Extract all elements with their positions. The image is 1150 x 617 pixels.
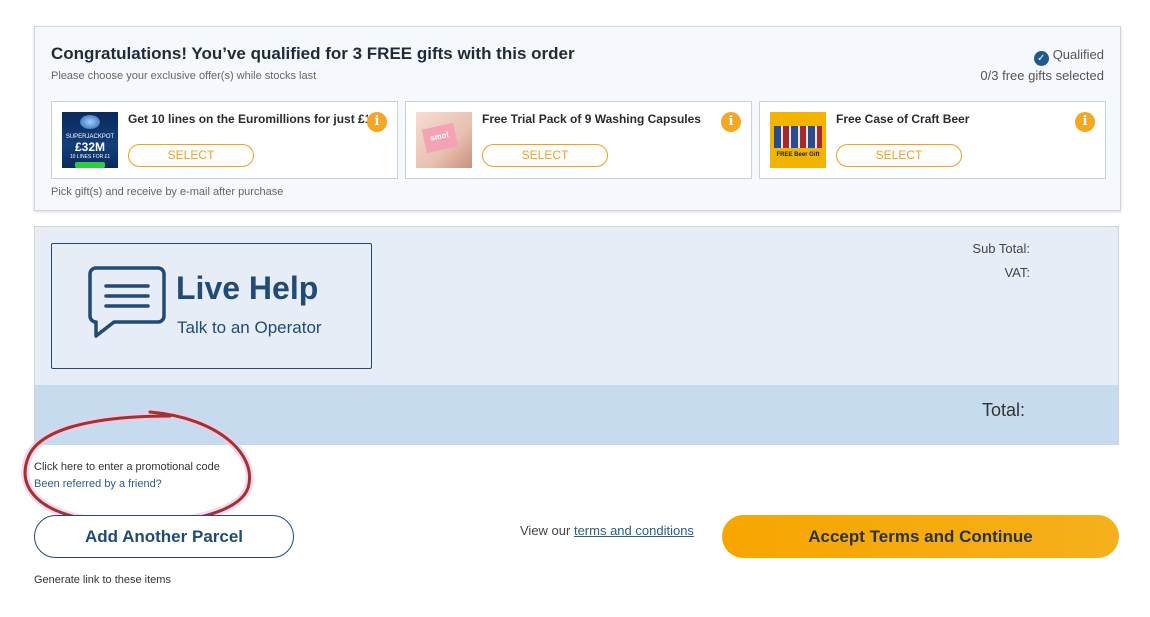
sub-total-label: Sub Total: bbox=[972, 241, 1030, 256]
total-label: Total: bbox=[981, 400, 1025, 420]
info-icon[interactable]: i bbox=[721, 112, 741, 132]
thumb-button-graphic bbox=[75, 162, 105, 168]
terms-prefix: View our bbox=[520, 523, 574, 538]
gifts-footer-note: Pick gift(s) and receive by e-mail after… bbox=[51, 186, 284, 198]
select-gift-button[interactable]: SELECT bbox=[128, 144, 254, 167]
gift-card-washing-capsules: smol Free Trial Pack of 9 Washing Capsul… bbox=[405, 101, 752, 179]
gift-title: Free Trial Pack of 9 Washing Capsules bbox=[482, 112, 701, 126]
live-help-subtitle: Talk to an Operator bbox=[177, 318, 322, 337]
thumb-text: £32M bbox=[74, 140, 106, 154]
beer-cans-graphic bbox=[774, 126, 822, 148]
order-summary: Live Help Talk to an Operator Sub Total:… bbox=[34, 226, 1119, 445]
select-gift-button[interactable]: SELECT bbox=[482, 144, 608, 167]
euromillions-thumbnail: SUPERJACKPOT £32M 10 LINES FOR £1 bbox=[62, 112, 118, 168]
total-band bbox=[35, 385, 1118, 445]
gift-title: Get 10 lines on the Euromillions for jus… bbox=[128, 112, 368, 126]
thumb-text: 10 LINES FOR £1 bbox=[69, 154, 111, 160]
check-circle-icon: ✓ bbox=[1033, 51, 1049, 66]
free-gifts-panel: Congratulations! You’ve qualified for 3 … bbox=[34, 26, 1121, 211]
live-help-button[interactable]: Live Help Talk to an Operator bbox=[51, 243, 372, 369]
terms-and-conditions-link[interactable]: terms and conditions bbox=[574, 523, 694, 538]
gifts-title: Congratulations! You’ve qualified for 3 … bbox=[51, 44, 575, 63]
chat-bubble-icon bbox=[88, 266, 166, 338]
gift-card-euromillions: SUPERJACKPOT £32M 10 LINES FOR £1 Get 10… bbox=[51, 101, 398, 179]
select-gift-button[interactable]: SELECT bbox=[836, 144, 962, 167]
live-help-title: Live Help bbox=[176, 270, 319, 306]
vat-label: VAT: bbox=[1004, 265, 1030, 280]
gift-card-craft-beer: FREE Beer Gift Free Case of Craft Beer S… bbox=[759, 101, 1106, 179]
washing-capsules-thumbnail: smol bbox=[416, 112, 472, 168]
accept-terms-continue-button[interactable]: Accept Terms and Continue bbox=[722, 515, 1119, 558]
qualified-status: ✓ Qualified 0/3 free gifts selected bbox=[980, 45, 1104, 86]
gifts-subtitle: Please choose your exclusive offer(s) wh… bbox=[51, 70, 317, 82]
craft-beer-thumbnail: FREE Beer Gift bbox=[770, 112, 826, 168]
info-icon[interactable]: i bbox=[1075, 112, 1095, 132]
qualified-label: Qualified bbox=[1052, 47, 1104, 62]
info-icon[interactable]: i bbox=[367, 112, 387, 132]
promo-code-link[interactable]: Click here to enter a promotional code bbox=[34, 461, 220, 473]
gift-title: Free Case of Craft Beer bbox=[836, 112, 970, 126]
add-another-parcel-button[interactable]: Add Another Parcel bbox=[34, 515, 294, 558]
gifts-selected-count: 0/3 free gifts selected bbox=[980, 68, 1104, 83]
terms-text: View our terms and conditions bbox=[520, 523, 694, 538]
referred-by-friend-link[interactable]: Been referred by a friend? bbox=[34, 478, 162, 490]
generate-link[interactable]: Generate link to these items bbox=[34, 574, 171, 586]
thumb-text: FREE Beer Gift bbox=[776, 152, 820, 158]
euromillions-logo-icon bbox=[80, 115, 100, 129]
